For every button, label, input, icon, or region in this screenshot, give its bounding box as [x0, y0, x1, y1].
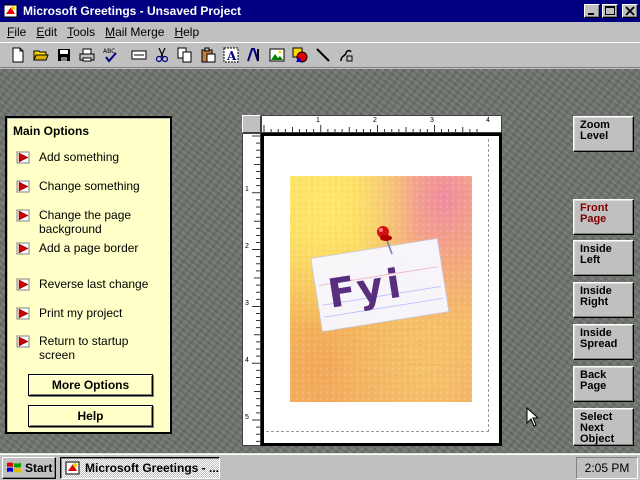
option-change-something[interactable]: Change something: [16, 179, 166, 193]
option-return-startup[interactable]: Return to startup screen: [16, 334, 166, 362]
inside-spread-button[interactable]: Inside Spread: [573, 324, 634, 360]
arrow-bullet-icon: [16, 151, 31, 164]
taskbar-clock: 2:05 PM: [576, 457, 638, 479]
ruler-number: 1: [316, 117, 320, 124]
page-frame: Fyi: [261, 133, 502, 446]
ruler-number: 2: [373, 117, 377, 124]
ruler-number: 4: [486, 117, 490, 124]
zoom-level-button[interactable]: Zoom Level: [573, 116, 634, 152]
arrow-bullet-icon: [16, 335, 30, 348]
ruler-ticks: [263, 125, 478, 132]
panel-title: Main Options: [13, 124, 89, 138]
back-page-button[interactable]: Back Page: [573, 366, 634, 402]
ruler-corner: [242, 115, 261, 133]
text-box-icon[interactable]: A: [219, 44, 242, 66]
start-label: Start: [25, 461, 53, 475]
save-icon[interactable]: [52, 44, 75, 66]
ruler-number: 5: [245, 414, 249, 421]
help-button[interactable]: Help: [28, 405, 153, 427]
option-add-border[interactable]: Add a page border: [16, 241, 166, 255]
more-options-button[interactable]: More Options: [28, 374, 153, 396]
minimize-icon: [588, 13, 594, 15]
greetings-task-icon: [65, 461, 80, 475]
fyi-artwork[interactable]: Fyi: [290, 176, 472, 402]
maximize-icon: [605, 6, 615, 15]
close-icon: [625, 6, 635, 16]
svg-text:A: A: [226, 49, 237, 63]
horizontal-ruler[interactable]: 1 2 3 4: [261, 115, 502, 133]
start-button[interactable]: Start: [2, 457, 56, 479]
inside-right-button[interactable]: Inside Right: [573, 282, 634, 318]
ruler-number: 2: [245, 243, 249, 250]
main-options-panel: Main Options Add something Change someth…: [5, 116, 172, 434]
greetings-app-icon[interactable]: [3, 3, 19, 19]
arrow-bullet-icon: [16, 307, 30, 320]
arrow-bullet-icon: [16, 278, 30, 291]
print-icon[interactable]: [75, 44, 98, 66]
title-bar: Microsoft Greetings - Unsaved Project: [0, 0, 640, 22]
task-label: Microsoft Greetings - ...: [84, 461, 219, 475]
mouse-cursor-icon: [526, 407, 540, 427]
line-icon[interactable]: [311, 44, 334, 66]
cut-icon[interactable]: [150, 44, 173, 66]
paste-icon[interactable]: [196, 44, 219, 66]
ruler-number: 3: [245, 300, 249, 307]
picture-icon[interactable]: [265, 44, 288, 66]
close-button[interactable]: [622, 4, 638, 18]
taskbar: Start Microsoft Greetings - ... 2:05 PM: [0, 453, 640, 480]
menu-edit[interactable]: Edit: [31, 25, 62, 39]
front-page-button[interactable]: Front Page: [573, 199, 634, 235]
toolbar: ABC A: [0, 42, 640, 68]
new-file-icon[interactable]: [6, 44, 29, 66]
link-icon[interactable]: [334, 44, 357, 66]
window-title: Microsoft Greetings - Unsaved Project: [23, 4, 242, 18]
ruler-number: 4: [245, 357, 249, 364]
text-frame-icon[interactable]: [127, 44, 150, 66]
menu-tools[interactable]: Tools: [62, 25, 100, 39]
arrow-bullet-icon: [16, 242, 30, 255]
word-art-icon[interactable]: [242, 44, 265, 66]
menu-file[interactable]: File: [2, 25, 31, 39]
taskbar-greetings-button[interactable]: Microsoft Greetings - ...: [60, 457, 220, 479]
copy-icon[interactable]: [173, 44, 196, 66]
spell-check-icon[interactable]: ABC: [98, 44, 121, 66]
ruler-number: 3: [430, 117, 434, 124]
option-add-something[interactable]: Add something: [16, 150, 166, 164]
maximize-button[interactable]: [602, 4, 618, 18]
menu-bar: File Edit Tools Mail Merge Help: [0, 22, 640, 41]
svg-text:ABC: ABC: [103, 48, 115, 55]
inside-left-button[interactable]: Inside Left: [573, 240, 634, 276]
arrow-bullet-icon: [16, 180, 30, 193]
open-folder-icon[interactable]: [29, 44, 52, 66]
ruler-number: 1: [245, 186, 249, 193]
menu-help[interactable]: Help: [169, 25, 204, 39]
shapes-icon[interactable]: [288, 44, 311, 66]
workspace: Main Options Add something Change someth…: [0, 69, 640, 453]
card-page[interactable]: Fyi: [264, 136, 499, 443]
option-print-project[interactable]: Print my project: [16, 306, 166, 320]
ruler-ticks: [252, 135, 260, 442]
select-next-object-button[interactable]: Select Next Object: [573, 408, 634, 446]
windows-logo-icon: [7, 462, 21, 473]
arrow-bullet-icon: [16, 209, 30, 222]
option-change-background[interactable]: Change the page background: [16, 208, 166, 236]
vertical-ruler[interactable]: 1 2 3 4 5: [242, 133, 261, 446]
menu-mail-merge[interactable]: Mail Merge: [100, 25, 169, 39]
option-reverse-change[interactable]: Reverse last change: [16, 277, 166, 291]
minimize-button[interactable]: [584, 4, 600, 18]
